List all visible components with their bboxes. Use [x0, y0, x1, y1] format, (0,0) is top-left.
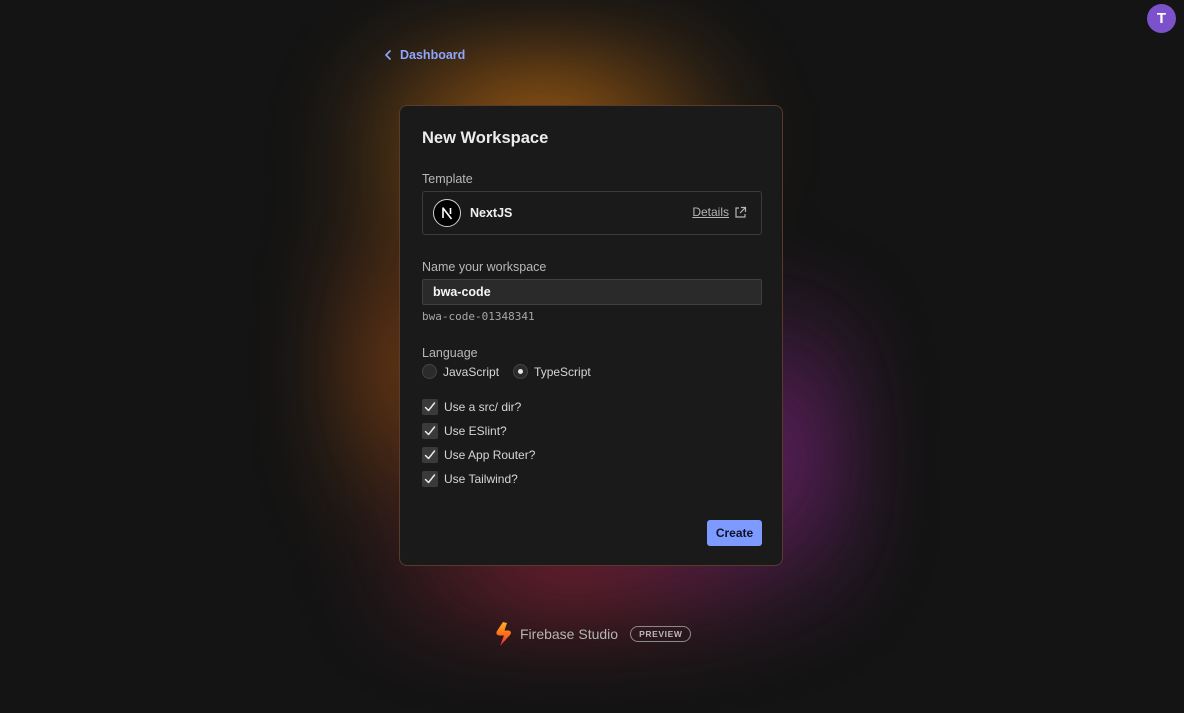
- language-option-javascript[interactable]: JavaScript: [422, 364, 499, 379]
- workspace-id-preview: bwa-code-01348341: [422, 310, 535, 323]
- option-src-dir[interactable]: Use a src/ dir?: [422, 399, 521, 415]
- checkbox[interactable]: [422, 423, 438, 439]
- chevron-left-icon: [385, 50, 391, 60]
- back-to-dashboard-link[interactable]: Dashboard: [384, 48, 465, 62]
- create-button[interactable]: Create: [707, 520, 762, 546]
- checkbox[interactable]: [422, 399, 438, 415]
- option-eslint[interactable]: Use ESlint?: [422, 423, 507, 439]
- checkmark-icon: [424, 450, 436, 460]
- workspace-name-input[interactable]: [422, 279, 762, 305]
- card-title: New Workspace: [422, 129, 549, 147]
- checkbox-label: Use ESlint?: [444, 424, 507, 438]
- language-label: Language: [422, 346, 478, 360]
- template-name: NextJS: [470, 206, 513, 220]
- external-link-icon: [735, 206, 747, 218]
- radio-label: JavaScript: [443, 364, 500, 379]
- footer-brand: Firebase Studio PREVIEW: [494, 621, 692, 647]
- user-avatar[interactable]: T: [1147, 4, 1176, 33]
- radio-unselected[interactable]: [422, 364, 437, 379]
- option-tailwind[interactable]: Use Tailwind?: [422, 471, 518, 487]
- template-label: Template: [422, 172, 473, 186]
- language-option-typescript[interactable]: TypeScript: [513, 364, 591, 379]
- preview-badge: PREVIEW: [630, 626, 692, 642]
- nextjs-logo-icon: [433, 199, 461, 227]
- checkmark-icon: [424, 402, 436, 412]
- firebase-studio-logo-icon: [496, 622, 511, 646]
- radio-label: TypeScript: [534, 364, 591, 379]
- checkbox-label: Use App Router?: [444, 448, 536, 462]
- radio-selected[interactable]: [513, 364, 529, 379]
- page: T Dashboard New Workspace Template NextJ…: [0, 0, 1184, 713]
- new-workspace-card: New Workspace Template NextJS Details Na…: [399, 105, 783, 566]
- workspace-name-label: Name your workspace: [422, 260, 547, 274]
- checkbox[interactable]: [422, 447, 438, 463]
- checkbox-label: Use Tailwind?: [444, 472, 518, 486]
- checkmark-icon: [424, 426, 436, 436]
- checkmark-icon: [424, 474, 436, 484]
- brand-name: Firebase Studio: [520, 626, 619, 642]
- option-app-router[interactable]: Use App Router?: [422, 447, 535, 463]
- template-selector: NextJS Details: [422, 191, 762, 235]
- checkbox-label: Use a src/ dir?: [444, 400, 522, 414]
- template-details-link[interactable]: Details: [692, 205, 747, 219]
- details-link-label: Details: [692, 205, 729, 219]
- back-link-label: Dashboard: [400, 48, 466, 62]
- checkbox[interactable]: [422, 471, 438, 487]
- language-radio-group: JavaScript TypeScript: [422, 364, 605, 379]
